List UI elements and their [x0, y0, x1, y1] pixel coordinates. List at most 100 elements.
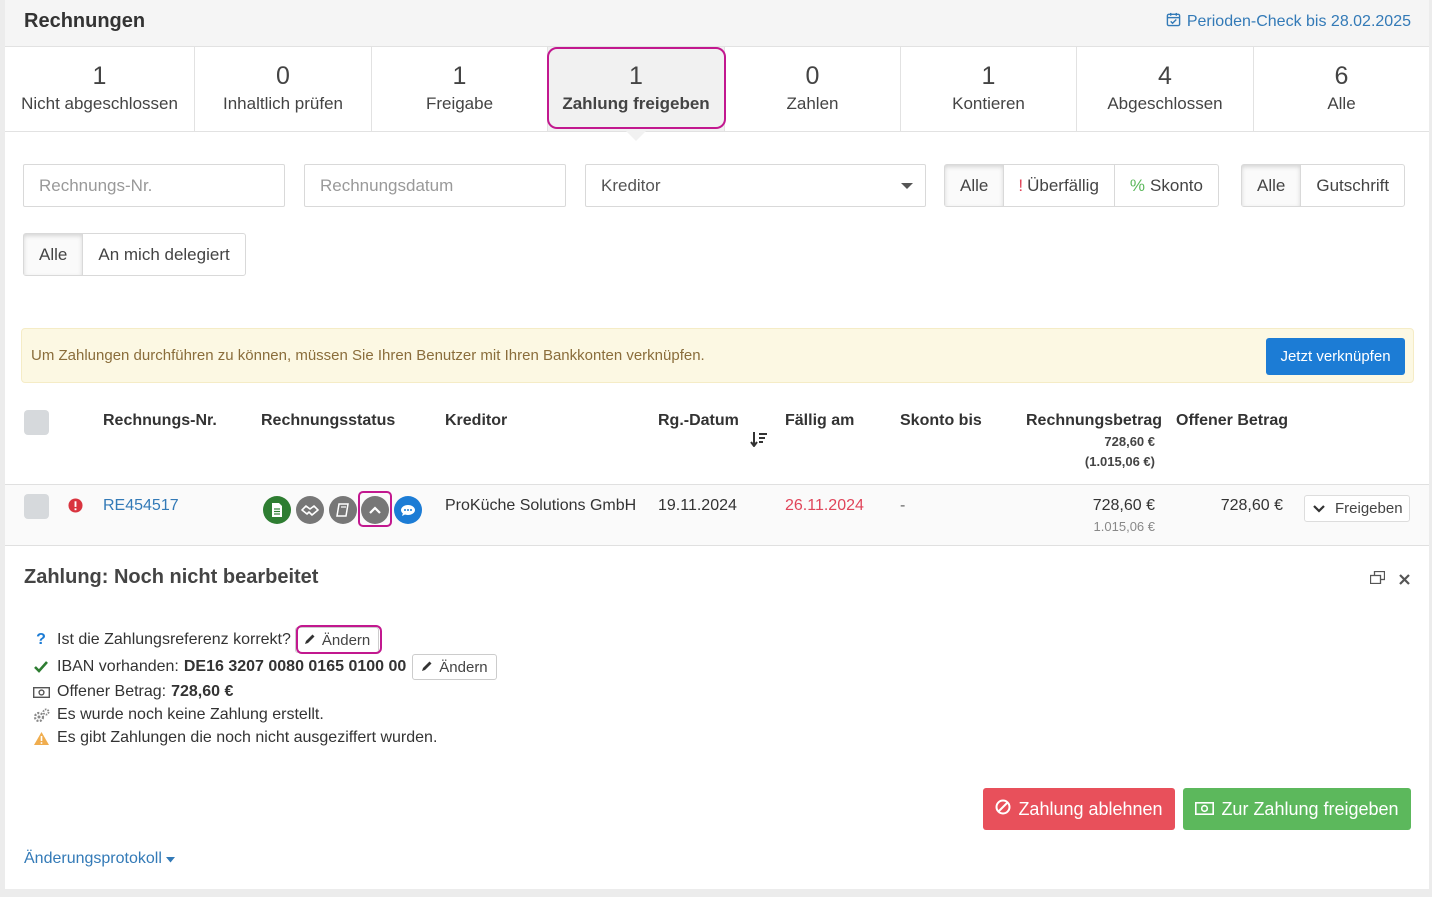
creditor-select-label: Kreditor	[601, 175, 661, 195]
money-icon	[1195, 799, 1215, 820]
tab-nicht-abgeschlossen[interactable]: 1 Nicht abgeschlossen	[5, 47, 195, 131]
tab-label: Zahlung freigeben	[562, 94, 710, 113]
gears-icon	[32, 708, 50, 723]
amount-sum: 728,60 €	[1104, 434, 1155, 449]
tab-count: 0	[276, 62, 290, 90]
due-filter-discount-label: Skonto	[1150, 175, 1203, 195]
due-date: 26.11.2024	[785, 497, 864, 514]
chevron-down-icon	[1313, 500, 1325, 517]
tab-count: 6	[1334, 62, 1349, 90]
tab-count: 1	[629, 62, 643, 90]
tab-alle[interactable]: 6 Alle	[1254, 47, 1429, 131]
tab-zahlen[interactable]: 0 Zahlen	[725, 47, 901, 131]
chevron-up-icon[interactable]	[361, 496, 389, 524]
checkmark-icon	[32, 661, 50, 673]
delegate-filter-me[interactable]: An mich delegiert	[83, 234, 244, 275]
col-date[interactable]: Rg.-Datum	[658, 412, 739, 430]
book-icon[interactable]	[329, 496, 357, 524]
warning-circle-icon	[68, 498, 83, 518]
period-check-link[interactable]: Perioden-Check bis 28.02.2025	[1166, 12, 1411, 32]
row-checkbox[interactable]	[24, 494, 49, 519]
approve-dropdown-button[interactable]: Freigeben	[1304, 495, 1410, 522]
type-filter-credit[interactable]: Gutschrift	[1301, 165, 1404, 206]
unreconciled-text: Es gibt Zahlungen die noch nicht ausgezi…	[57, 729, 438, 746]
changelog-label: Änderungsprotokoll	[24, 850, 162, 867]
col-status[interactable]: Rechnungsstatus	[261, 412, 395, 430]
comment-icon[interactable]	[394, 496, 422, 524]
link-now-button[interactable]: Jetzt verknüpfen	[1266, 338, 1405, 375]
calendar-check-icon	[1166, 12, 1181, 32]
pencil-icon	[421, 659, 433, 676]
tab-label: Inhaltlich prüfen	[222, 94, 344, 113]
tab-label: Alle	[1327, 94, 1356, 113]
col-discount[interactable]: Skonto bis	[900, 412, 982, 430]
caret-down-icon	[165, 850, 175, 868]
due-filter-group: Alle ! Überfällig % Skonto	[944, 164, 1219, 207]
tab-freigabe[interactable]: 1 Freigabe	[372, 47, 548, 131]
type-filter-all[interactable]: Alle	[1242, 165, 1302, 206]
check-unreconciled: Es gibt Zahlungen die noch nicht ausgezi…	[32, 729, 437, 747]
due-filter-overdue[interactable]: ! Überfällig	[1004, 165, 1115, 206]
check-payment-reference: ? Ist die Zahlungsreferenz korrekt? Ände…	[32, 627, 380, 653]
col-creditor[interactable]: Kreditor	[445, 412, 507, 430]
tab-inhaltlich-pruefen[interactable]: 0 Inhaltlich prüfen	[195, 47, 372, 131]
col-invoice-no[interactable]: Rechnungs-Nr.	[103, 412, 217, 430]
tab-zahlung-freigeben[interactable]: 1 Zahlung freigeben	[548, 47, 725, 141]
due-filter-overdue-label: Überfällig	[1027, 175, 1099, 195]
exclamation-icon: !	[1018, 175, 1024, 195]
handshake-icon[interactable]	[296, 496, 324, 524]
panel-header: Rechnungen Perioden-Check bis 28.02.2025	[5, 0, 1429, 47]
select-all-checkbox[interactable]	[24, 410, 49, 435]
tab-label: Zahlen	[786, 94, 839, 113]
due-filter-all[interactable]: Alle	[945, 165, 1005, 206]
alert-text: Um Zahlungen durchführen zu können, müss…	[31, 347, 705, 364]
tab-count: 4	[1158, 62, 1172, 90]
amount-sum-gross: (1.015,06 €)	[1084, 454, 1155, 469]
document-icon[interactable]	[263, 496, 291, 524]
tab-abgeschlossen[interactable]: 4 Abgeschlossen	[1077, 47, 1254, 131]
reject-payment-button[interactable]: Zahlung ablehnen	[983, 788, 1175, 830]
tab-count: 1	[981, 62, 996, 90]
creditor-select[interactable]: Kreditor	[585, 164, 926, 207]
tab-label: Nicht abgeschlossen	[21, 94, 178, 113]
invoice-date-input[interactable]: Rechnungsdatum	[304, 164, 566, 207]
tab-kontieren[interactable]: 1 Kontieren	[901, 47, 1077, 131]
table-row[interactable]: RE454517 ProKüche Solutions GmbH 19.11.2…	[5, 484, 1429, 546]
money-icon	[32, 686, 50, 698]
tab-label: Kontieren	[952, 94, 1025, 113]
type-filter-group: Alle Gutschrift	[1241, 164, 1406, 207]
warning-triangle-icon	[32, 731, 50, 746]
tab-count: 1	[92, 62, 107, 90]
iban-label: IBAN vorhanden:	[57, 658, 179, 675]
page-title: Rechnungen	[24, 10, 146, 32]
delegate-filter-all[interactable]: Alle	[24, 234, 84, 275]
tab-count: 1	[452, 62, 467, 90]
tab-label: Freigabe	[425, 94, 494, 113]
change-reference-button[interactable]: Ändern	[294, 627, 380, 653]
pencil-icon	[304, 632, 316, 649]
approve-dropdown-label: Freigeben	[1335, 500, 1403, 517]
status-tabs: 1 Nicht abgeschlossen 0 Inhaltlich prüfe…	[5, 47, 1429, 141]
due-filter-discount[interactable]: % Skonto	[1115, 165, 1218, 206]
col-amount[interactable]: Rechnungsbetrag	[1026, 412, 1162, 430]
col-due[interactable]: Fällig am	[785, 412, 854, 430]
invoice-number-link[interactable]: RE454517	[103, 497, 179, 515]
restore-window-icon[interactable]	[1369, 570, 1386, 589]
percent-icon: %	[1129, 175, 1146, 195]
ban-icon	[995, 799, 1011, 820]
sort-descending-icon[interactable]	[750, 431, 768, 452]
close-icon[interactable]	[1399, 572, 1410, 590]
col-open-amount[interactable]: Offener Betrag	[1176, 412, 1288, 430]
open-amount-value: 728,60 €	[171, 683, 234, 700]
invoice-amount-gross: 1.015,06 €	[1093, 519, 1155, 534]
caret-down-icon	[901, 183, 913, 189]
check-iban: IBAN vorhanden: DE16 3207 0080 0165 0100…	[32, 654, 497, 680]
invoice-amount: 728,60 €	[1092, 497, 1155, 514]
change-iban-label: Ändern	[439, 658, 488, 676]
invoice-date: 19.11.2024	[658, 497, 737, 514]
invoice-number-input[interactable]: Rechnungs-Nr.	[23, 164, 285, 207]
approve-payment-button[interactable]: Zur Zahlung freigeben	[1183, 788, 1411, 830]
approve-payment-label: Zur Zahlung freigeben	[1221, 798, 1399, 819]
changelog-toggle[interactable]: Änderungsprotokoll	[24, 850, 175, 868]
change-iban-button[interactable]: Ändern	[412, 654, 497, 680]
